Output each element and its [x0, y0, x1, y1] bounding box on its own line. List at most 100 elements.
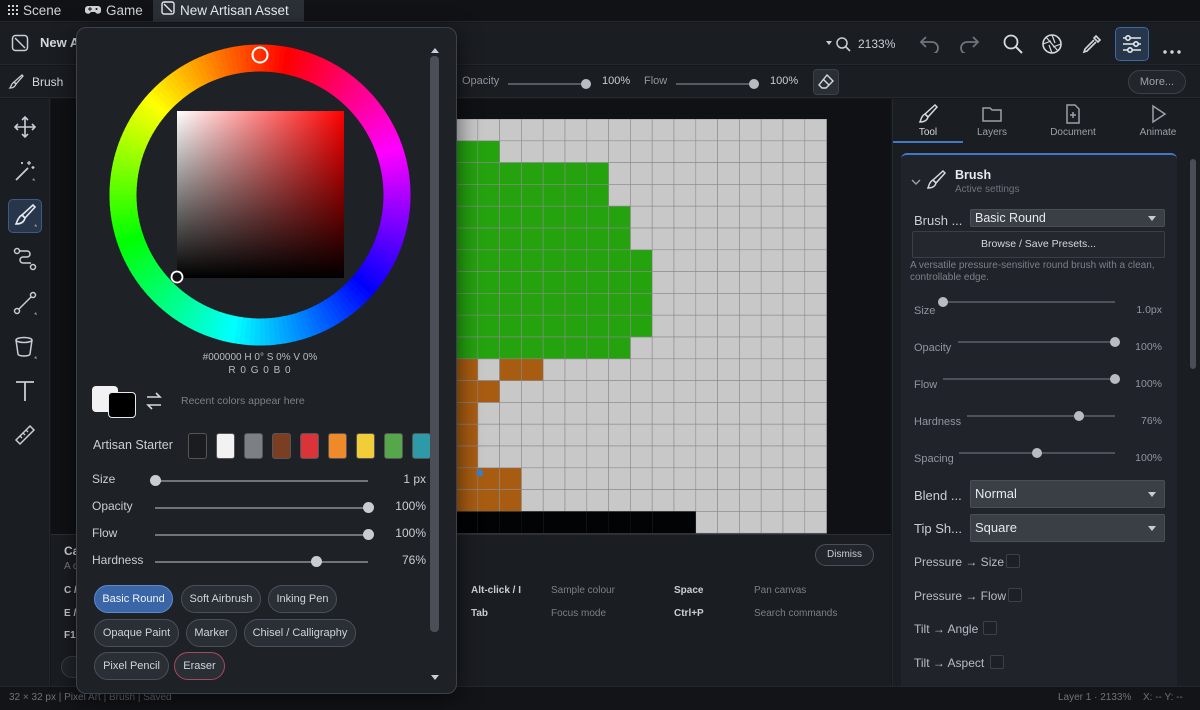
pixel[interactable]	[521, 445, 544, 469]
pixel[interactable]	[564, 205, 588, 229]
pixel[interactable]	[673, 445, 697, 469]
pixel[interactable]	[586, 336, 609, 360]
pixel[interactable]	[608, 227, 631, 251]
pixel[interactable]	[673, 423, 697, 447]
pixel[interactable]	[477, 489, 500, 512]
pixel[interactable]	[804, 445, 827, 469]
pressure-flow-checkbox[interactable]	[1008, 588, 1022, 602]
pixel[interactable]	[608, 489, 631, 512]
pixel[interactable]	[499, 511, 522, 534]
pixel[interactable]	[695, 271, 718, 294]
pixel[interactable]	[717, 402, 740, 425]
pixel[interactable]	[673, 205, 697, 229]
palette-swatch[interactable]	[412, 433, 431, 459]
pixel[interactable]	[564, 358, 588, 381]
pixel[interactable]	[456, 336, 479, 360]
pixel[interactable]	[630, 162, 653, 185]
browse-presets-button[interactable]: Browse / Save Presets...	[912, 231, 1165, 258]
pixel[interactable]	[499, 423, 522, 447]
pixel[interactable]	[586, 293, 609, 316]
pixel[interactable]	[782, 402, 806, 425]
pixel[interactable]	[739, 314, 762, 338]
pixel[interactable]	[717, 184, 740, 207]
pixel[interactable]	[673, 184, 697, 207]
pixel[interactable]	[695, 402, 718, 425]
pixel[interactable]	[521, 205, 544, 229]
pixel[interactable]	[674, 511, 696, 534]
pixel[interactable]	[782, 249, 806, 272]
pixel[interactable]	[608, 162, 631, 185]
pixel[interactable]	[521, 380, 544, 403]
pixel[interactable]	[630, 380, 653, 403]
zoom-level[interactable]: 2133%	[858, 37, 895, 51]
pixel[interactable]	[782, 314, 806, 338]
pixel[interactable]	[739, 271, 762, 294]
pixel[interactable]	[673, 119, 697, 142]
move-tool[interactable]	[8, 111, 42, 145]
pixel-canvas[interactable]	[456, 119, 829, 534]
tab-animate[interactable]: Animate	[1123, 99, 1193, 143]
pixel[interactable]	[542, 402, 566, 425]
preset-eraser[interactable]: Eraser	[174, 652, 225, 680]
pixel[interactable]	[739, 140, 762, 163]
pixel[interactable]	[586, 445, 609, 469]
popup-scrollbar[interactable]	[430, 56, 439, 632]
pixel[interactable]	[804, 489, 827, 512]
pixel[interactable]	[651, 467, 675, 490]
pixel[interactable]	[456, 249, 479, 272]
size-slider[interactable]	[149, 475, 368, 486]
pixel[interactable]	[630, 489, 653, 512]
tilt-aspect-checkbox[interactable]	[990, 655, 1004, 669]
pixel[interactable]	[717, 445, 740, 469]
measure-tool[interactable]	[8, 419, 42, 453]
pixel[interactable]	[608, 336, 631, 360]
hardness-slider[interactable]	[155, 556, 368, 567]
scroll-up-icon[interactable]	[431, 42, 439, 56]
pixel[interactable]	[695, 467, 718, 490]
opacity-slider[interactable]	[155, 502, 374, 513]
pixel[interactable]	[760, 140, 784, 163]
spacing-slider[interactable]	[959, 448, 1115, 458]
pixel[interactable]	[630, 402, 653, 425]
pixel[interactable]	[477, 271, 500, 294]
pixel[interactable]	[739, 511, 762, 534]
tab-tool[interactable]: Tool	[893, 99, 963, 143]
pixel[interactable]	[456, 119, 479, 142]
pixel[interactable]	[651, 380, 675, 403]
pixel[interactable]	[760, 358, 784, 381]
pixel[interactable]	[499, 205, 522, 229]
pixel[interactable]	[564, 402, 588, 425]
pixel[interactable]	[695, 162, 718, 185]
pixel[interactable]	[564, 162, 588, 185]
pixel[interactable]	[630, 119, 653, 142]
pixel[interactable]	[608, 119, 631, 142]
search-icon[interactable]	[1002, 33, 1024, 58]
pixel[interactable]	[586, 489, 609, 512]
pixel[interactable]	[521, 119, 544, 142]
pixel[interactable]	[586, 184, 609, 207]
pixel[interactable]	[739, 467, 762, 490]
pixel[interactable]	[782, 227, 806, 251]
tab-new-artisan-asset[interactable]: New Artisan Asset	[153, 0, 304, 22]
pixel[interactable]	[782, 162, 806, 185]
pixel[interactable]	[456, 184, 479, 207]
text-tool[interactable]	[8, 375, 42, 409]
pixel[interactable]	[651, 314, 675, 338]
pixel[interactable]	[695, 358, 718, 381]
flow-slider[interactable]	[943, 374, 1120, 384]
pixel[interactable]	[804, 336, 827, 360]
pixel[interactable]	[499, 227, 522, 251]
redo-icon[interactable]	[958, 33, 980, 56]
pixel[interactable]	[521, 358, 544, 381]
pixel[interactable]	[673, 271, 697, 294]
pixel[interactable]	[717, 314, 740, 338]
pixel[interactable]	[739, 445, 762, 469]
slider-knob[interactable]	[311, 556, 323, 567]
adjustments-icon[interactable]	[1115, 27, 1149, 61]
pixel[interactable]	[499, 184, 522, 207]
pixel[interactable]	[456, 227, 479, 251]
pixel[interactable]	[477, 140, 500, 163]
pixel[interactable]	[673, 380, 697, 403]
pixel[interactable]	[739, 336, 762, 360]
pixel[interactable]	[717, 140, 740, 163]
